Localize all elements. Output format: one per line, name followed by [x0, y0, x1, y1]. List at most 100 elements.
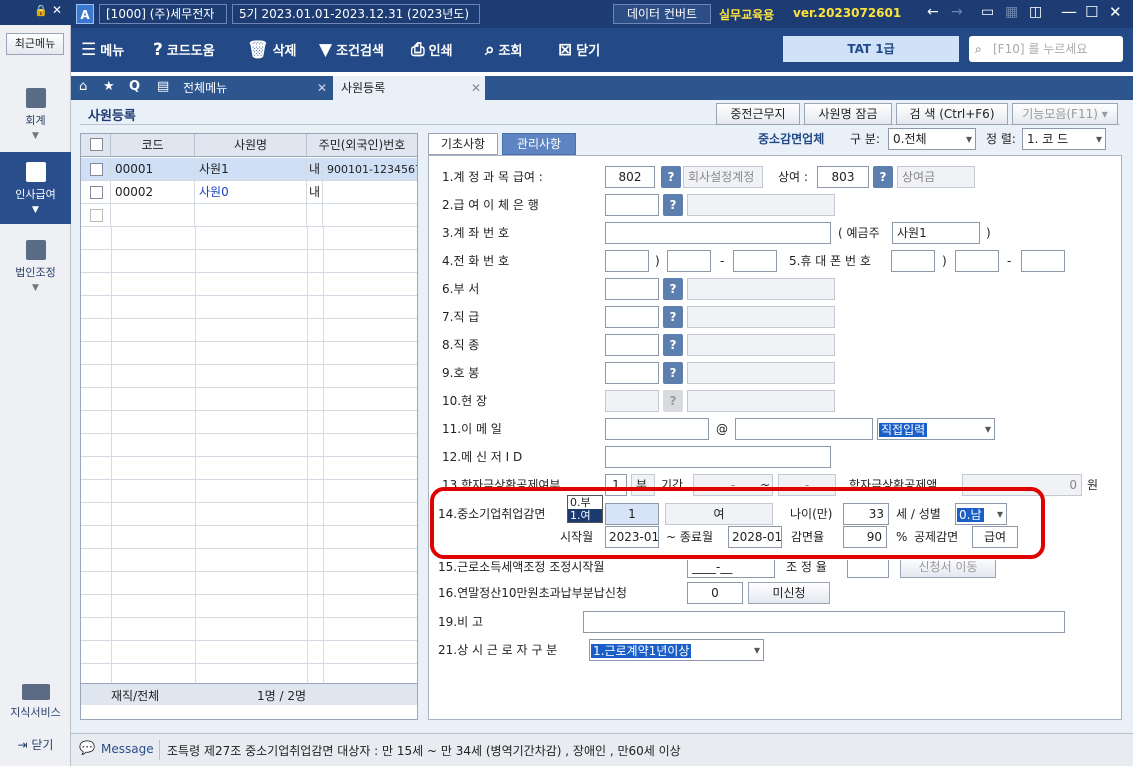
close-button[interactable]: ⊠ 닫기 — [558, 28, 600, 72]
sidebar-item-label: 회계 — [25, 114, 46, 127]
quick-icon[interactable]: Q — [129, 79, 140, 94]
select-all-header[interactable] — [81, 134, 111, 157]
row-checkbox[interactable] — [90, 163, 103, 176]
message-label[interactable]: Message — [101, 742, 154, 756]
tab-all-menu[interactable]: 전체메뉴 ✕ — [175, 76, 331, 100]
close-box-icon: ⊠ — [558, 40, 573, 60]
not-applied-button[interactable]: 미신청 — [748, 582, 830, 604]
header-code[interactable]: 코드 — [111, 134, 195, 157]
chevron-down-icon: ▾ — [965, 132, 972, 146]
list-icon[interactable]: ▤ — [157, 79, 169, 94]
close-icon[interactable]: ✕ — [52, 3, 62, 17]
search-button[interactable]: 검 색 (Ctrl+F6) — [896, 103, 1008, 125]
remarks-input[interactable] — [583, 611, 1065, 633]
sidebar-item-payroll[interactable]: 인사급여 ▼ — [0, 152, 71, 224]
header-rrn[interactable]: 주민(외국인)번호 — [307, 134, 417, 157]
close-tab-icon[interactable]: ✕ — [317, 76, 327, 100]
phone-mid-input[interactable] — [667, 250, 711, 272]
close-tab-icon[interactable]: ✕ — [471, 76, 481, 100]
book-open-icon[interactable]: ▭ — [981, 4, 994, 20]
minimize-icon[interactable]: — — [1061, 2, 1077, 21]
company-selector[interactable]: [1000] (주)세무전자 — [99, 4, 227, 24]
grade-help-icon[interactable]: ? — [663, 362, 683, 384]
dept-input[interactable] — [605, 278, 659, 300]
position-help-icon[interactable]: ? — [663, 306, 683, 328]
installment-input[interactable]: 0 — [687, 582, 743, 604]
prior-workplace-button[interactable]: 중전근무지 — [716, 103, 800, 125]
messenger-input[interactable] — [605, 446, 831, 468]
row-checkbox[interactable] — [90, 186, 103, 199]
functions-button[interactable]: 기능모음(F11) ▾ — [1012, 103, 1118, 125]
tab-basic-info[interactable]: 기초사항 — [428, 133, 498, 155]
table-row[interactable]: 00002 사원0 내 — [81, 181, 417, 204]
account-number-input[interactable] — [605, 222, 831, 244]
phone-last-input[interactable] — [733, 250, 777, 272]
tab-employee-register[interactable]: 사원등록 ✕ — [333, 76, 485, 100]
account-label: 1.계 정 과 목 급여 : — [442, 170, 543, 184]
row-check-cell[interactable] — [81, 204, 111, 227]
tab-management[interactable]: 관리사항 — [502, 133, 576, 155]
select-all-checkbox[interactable] — [90, 138, 103, 151]
row-check-cell[interactable] — [81, 181, 111, 204]
bonus-help-icon[interactable]: ? — [873, 166, 893, 188]
mobile-dash: - — [1007, 254, 1012, 268]
sidebar-item-label: 인사급여 — [15, 188, 56, 201]
worker-type-select[interactable]: 1.근로계약1년이상 ▾ — [589, 639, 764, 661]
mobile-mid-input[interactable] — [955, 250, 999, 272]
email-domain-select[interactable]: 직접입력 ▾ — [877, 418, 995, 440]
recent-menu-button[interactable]: 최근메뉴 — [6, 33, 64, 55]
delete-label: 삭제 — [272, 44, 297, 59]
email-domain-input[interactable] — [735, 418, 873, 440]
header-name[interactable]: 사원명 — [195, 134, 307, 157]
global-search-input[interactable]: ⌕ [F10] 를 누르세요 — [969, 36, 1123, 62]
window-icon[interactable]: ◫ — [1029, 4, 1042, 20]
sidebar-item-knowledge[interactable]: 지식서비스 — [0, 684, 71, 724]
sidebar-item-accounting[interactable]: 회계 ▼ — [0, 88, 71, 148]
sidebar-item-corporate[interactable]: 법인조정 ▼ — [0, 240, 71, 300]
salary-help-icon[interactable]: ? — [661, 166, 681, 188]
won-unit: 원 — [1087, 478, 1099, 492]
holder-input[interactable]: 사원1 — [892, 222, 980, 244]
condition-search-button[interactable]: ▼ 조건검색 — [319, 28, 384, 72]
forward-arrow-icon[interactable]: → — [951, 4, 963, 20]
star-icon[interactable]: ★ — [103, 79, 115, 94]
view-button[interactable]: ⌕ 조회 — [485, 28, 522, 72]
job-type-help-icon[interactable]: ? — [663, 334, 683, 356]
grid-icon[interactable]: ▦ — [1005, 4, 1018, 20]
table-row[interactable] — [81, 204, 417, 227]
maximize-icon[interactable]: ☐ — [1085, 3, 1098, 21]
email-user-input[interactable] — [605, 418, 709, 440]
table-row[interactable]: 00001 사원1 내 900101-1234567 — [81, 158, 417, 181]
tab-label: 전체메뉴 — [183, 81, 228, 95]
back-arrow-icon[interactable]: ← — [927, 4, 939, 20]
trash-icon: 🗑 — [247, 40, 269, 60]
position-input[interactable] — [605, 306, 659, 328]
sidebar-close-button[interactable]: ⇥ 닫기 — [0, 736, 71, 758]
bank-help-icon[interactable]: ? — [663, 194, 683, 216]
name-lock-button[interactable]: 사원명 잠금 — [804, 103, 892, 125]
home-icon[interactable]: ⌂ — [79, 79, 87, 94]
chevron-down-icon: ▼ — [32, 205, 39, 215]
mobile-last-input[interactable] — [1021, 250, 1065, 272]
data-convert-button[interactable]: 데이터 컨버트 — [613, 4, 711, 24]
mobile-first-input[interactable] — [891, 250, 935, 272]
grade-input[interactable] — [605, 362, 659, 384]
close-window-icon[interactable]: ✕ — [1109, 3, 1122, 21]
bank-input[interactable] — [605, 194, 659, 216]
menu-button[interactable]: ☰ 메뉴 — [81, 28, 124, 72]
division-select[interactable]: 0.전체 ▾ — [888, 128, 976, 150]
period-selector[interactable]: 5기 2023.01.01-2023.12.31 (2023년도) — [232, 4, 480, 24]
print-button[interactable]: ⎙ 인쇄 — [411, 28, 453, 72]
delete-button[interactable]: 🗑 삭제 — [247, 28, 297, 72]
sort-select[interactable]: 1. 코 드 ▾ — [1022, 128, 1106, 150]
salary-account-input[interactable]: 802 — [605, 166, 655, 188]
row-check-cell[interactable] — [81, 158, 111, 181]
dept-help-icon[interactable]: ? — [663, 278, 683, 300]
code-help-button[interactable]: ? 코드도움 — [153, 28, 215, 72]
job-type-input[interactable] — [605, 334, 659, 356]
bonus-account-input[interactable]: 803 — [817, 166, 869, 188]
bonus-label: 상여 : — [778, 170, 808, 184]
row-checkbox[interactable] — [90, 209, 103, 222]
lock-icon[interactable]: 🔒 — [34, 4, 48, 17]
phone-area-input[interactable] — [605, 250, 649, 272]
